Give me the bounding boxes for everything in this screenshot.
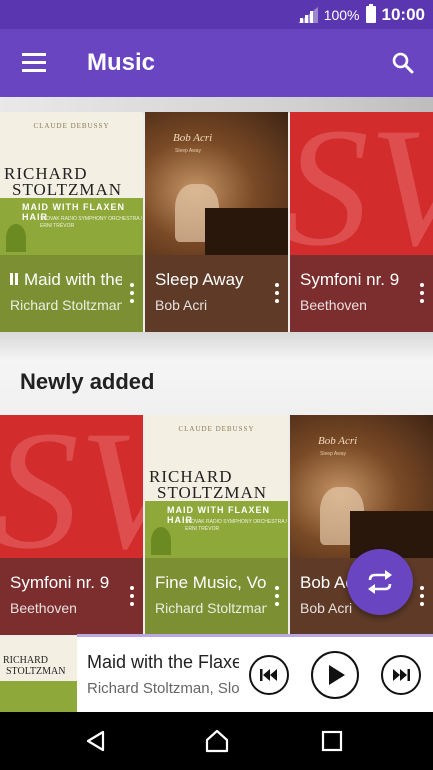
- album-art: CLAUDE DEBUSSY RICHARD STOLTZMAN MAID WI…: [145, 415, 288, 558]
- previous-button[interactable]: [249, 655, 289, 695]
- album-artist: Bob Acri: [155, 297, 208, 313]
- more-vert-icon[interactable]: [129, 283, 135, 305]
- album-art: SV: [0, 415, 143, 558]
- album-art: Bob Acri Sleep Away: [145, 112, 288, 255]
- section-title: Newly added: [20, 369, 155, 394]
- play-button[interactable]: [311, 651, 359, 699]
- page-title: Music: [87, 49, 156, 76]
- status-bar: 100% 10:00: [0, 0, 433, 29]
- mini-player[interactable]: RICHARD STOLTZMAN Maid with the Flaxen H…: [0, 637, 433, 712]
- section-header: Newly added: [0, 332, 433, 415]
- album-title: Fine Music, Vol. 1: [155, 573, 267, 592]
- hamburger-menu-icon[interactable]: [22, 53, 46, 73]
- album-card[interactable]: CLAUDE DEBUSSY RICHARD STOLTZMAN MAID WI…: [145, 415, 288, 635]
- album-card[interactable]: CLAUDE DEBUSSY RICHARD STOLTZMAN MAID WI…: [0, 112, 143, 332]
- more-vert-icon[interactable]: [274, 283, 280, 305]
- signal-icon: [297, 6, 318, 23]
- clock: 10:00: [381, 4, 425, 24]
- more-vert-icon[interactable]: [419, 283, 425, 305]
- album-artist: Richard Stoltzman: [155, 600, 267, 616]
- next-button[interactable]: [381, 655, 421, 695]
- album-caption: Symfoni nr. 9 Beethoven: [0, 558, 143, 635]
- album-title: Symfoni nr. 9: [10, 573, 110, 592]
- system-nav-bar: [0, 712, 433, 770]
- shuffle-all-button[interactable]: [347, 549, 413, 615]
- album-artist: Beethoven: [300, 297, 367, 313]
- recents-icon[interactable]: [321, 730, 343, 752]
- album-art: SV: [290, 112, 433, 255]
- back-icon[interactable]: [84, 729, 108, 753]
- album-caption: Symfoni nr. 9 Beethoven: [290, 255, 433, 332]
- status-icons: 100% 10:00: [297, 4, 425, 25]
- album-card[interactable]: Bob Acri Sleep Away Sleep Away Bob Acri: [145, 112, 288, 332]
- play-icon: [329, 665, 345, 685]
- album-artist: Richard Stoltzman: [10, 297, 122, 313]
- skip-previous-icon: [260, 669, 277, 681]
- battery-icon: [365, 4, 376, 23]
- album-art: Bob Acri Sleep Away: [290, 415, 433, 558]
- app-bar: Music: [0, 29, 433, 97]
- album-art: CLAUDE DEBUSSY RICHARD STOLTZMAN MAID WI…: [0, 112, 143, 255]
- more-vert-icon[interactable]: [129, 586, 135, 608]
- header-background: [0, 97, 433, 113]
- now-playing-title: Maid with the Flaxen Hair: [87, 652, 239, 672]
- battery-percent: 100%: [323, 6, 360, 23]
- album-card[interactable]: SV Symfoni nr. 9 Beethoven: [290, 112, 433, 332]
- search-icon[interactable]: [391, 51, 415, 75]
- album-title: Symfoni nr. 9: [300, 270, 400, 289]
- more-vert-icon[interactable]: [274, 586, 280, 608]
- album-title: Maid with the Flaxen Hair: [24, 270, 122, 289]
- now-playing-artist: Richard Stoltzman, Slovak Radio Symphony…: [87, 680, 239, 697]
- skip-next-icon: [393, 669, 410, 681]
- album-caption: Sleep Away Bob Acri: [145, 255, 288, 332]
- home-icon[interactable]: [204, 728, 230, 754]
- more-vert-icon[interactable]: [419, 586, 425, 608]
- album-caption: Fine Music, Vol. 1 Richard Stoltzman: [145, 558, 288, 635]
- now-playing-art: RICHARD STOLTZMAN: [0, 637, 77, 712]
- album-caption: Maid with the Flaxen Hair Richard Stoltz…: [0, 255, 143, 332]
- album-artist: Beethoven: [10, 600, 77, 616]
- pause-icon: [10, 273, 18, 285]
- album-card[interactable]: SV Symfoni nr. 9 Beethoven: [0, 415, 143, 635]
- shuffle-repeat-icon: [368, 570, 392, 594]
- recent-albums-row: CLAUDE DEBUSSY RICHARD STOLTZMAN MAID WI…: [0, 112, 433, 332]
- album-title: Sleep Away: [155, 270, 244, 289]
